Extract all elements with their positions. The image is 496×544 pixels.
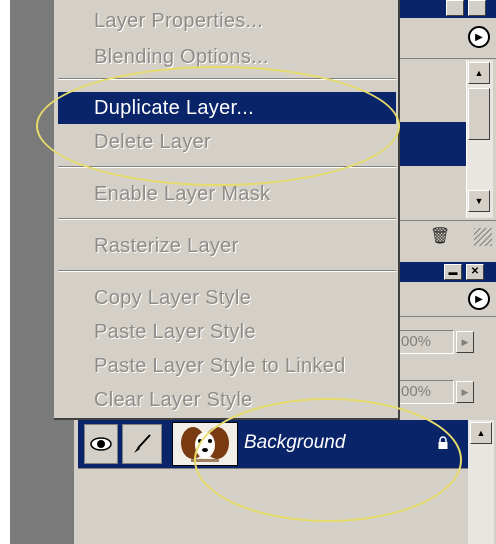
top-panel-minimize-button[interactable] (446, 0, 464, 16)
menu-separator (58, 218, 396, 220)
menu-item-layer-properties[interactable]: Layer Properties... (58, 5, 396, 37)
brush-link-icon[interactable] (122, 424, 162, 464)
menu-item-delete-layer[interactable]: Delete Layer (58, 126, 396, 158)
menu-item-duplicate-layer[interactable]: Duplicate Layer... (58, 92, 396, 124)
resize-grip-icon[interactable] (474, 228, 492, 246)
top-panel-scroll-thumb[interactable] (468, 88, 490, 140)
opacity-field[interactable]: 00% (398, 330, 454, 354)
fill-arrow-icon[interactable]: ▶ (456, 381, 474, 403)
layers-panel-body: ▶ 00% ▶ 00% ▶ (396, 282, 496, 422)
menu-item-paste-layer-style-to-linked[interactable]: Paste Layer Style to Linked (58, 350, 396, 382)
visibility-eye-icon[interactable] (84, 424, 118, 464)
menu-item-copy-layer-style[interactable]: Copy Layer Style (58, 282, 396, 314)
fill-field[interactable]: 00% (398, 380, 454, 404)
scroll-up-arrow-icon[interactable]: ▲ (468, 62, 490, 84)
top-panel-close-button[interactable] (468, 0, 486, 16)
layers-menu-arrow-icon[interactable]: ▶ (468, 288, 490, 310)
row-divider (78, 468, 468, 469)
layer-thumbnail (172, 422, 238, 466)
layers-panel-minimize-button[interactable]: ▬ (444, 264, 462, 280)
panel-menu-arrow-icon[interactable]: ▶ (468, 26, 490, 48)
menu-item-blending-options[interactable]: Blending Options... (58, 41, 396, 73)
layers-scroll-up-arrow-icon[interactable]: ▲ (470, 422, 492, 444)
top-panel-selected-row[interactable] (396, 122, 466, 166)
layer-name-label: Background (244, 432, 346, 453)
top-panel-toolbar: ▶ (396, 18, 496, 59)
menu-item-enable-layer-mask[interactable]: Enable Layer Mask (58, 178, 396, 210)
menu-separator (58, 270, 396, 272)
layer-context-menu: Layer Properties... Blending Options... … (54, 0, 400, 420)
layers-panel-toolbar: ▶ (396, 282, 496, 317)
layers-list-empty-area (74, 468, 468, 544)
opacity-arrow-icon[interactable]: ▶ (456, 331, 474, 353)
menu-item-clear-layer-style[interactable]: Clear Layer Style (58, 384, 396, 416)
scroll-down-arrow-icon[interactable]: ▼ (468, 190, 490, 212)
trash-icon[interactable]: 🗑 (430, 226, 450, 246)
menu-separator (58, 166, 396, 168)
menu-item-paste-layer-style[interactable]: Paste Layer Style (58, 316, 396, 348)
lock-icon (438, 436, 448, 449)
layers-panel-close-button[interactable]: ✕ (466, 264, 484, 280)
menu-item-rasterize-layer[interactable]: Rasterize Layer (58, 230, 396, 262)
menu-separator (58, 78, 396, 80)
